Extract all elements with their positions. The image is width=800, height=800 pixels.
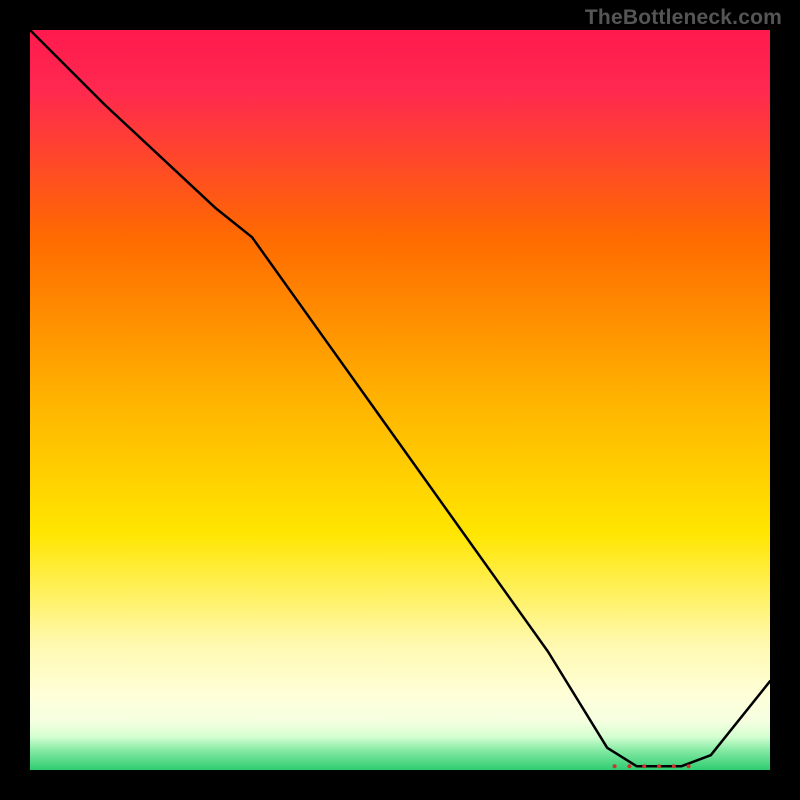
chart-svg [0,0,800,800]
optimum-dot [613,764,617,768]
optimum-dot [657,764,661,768]
chart-root: TheBottleneck.com [0,0,800,800]
optimum-dot [672,764,676,768]
optimum-dot [642,764,646,768]
optimum-dot [687,764,691,768]
optimum-dot [627,764,631,768]
chart-plot-area [30,30,770,770]
